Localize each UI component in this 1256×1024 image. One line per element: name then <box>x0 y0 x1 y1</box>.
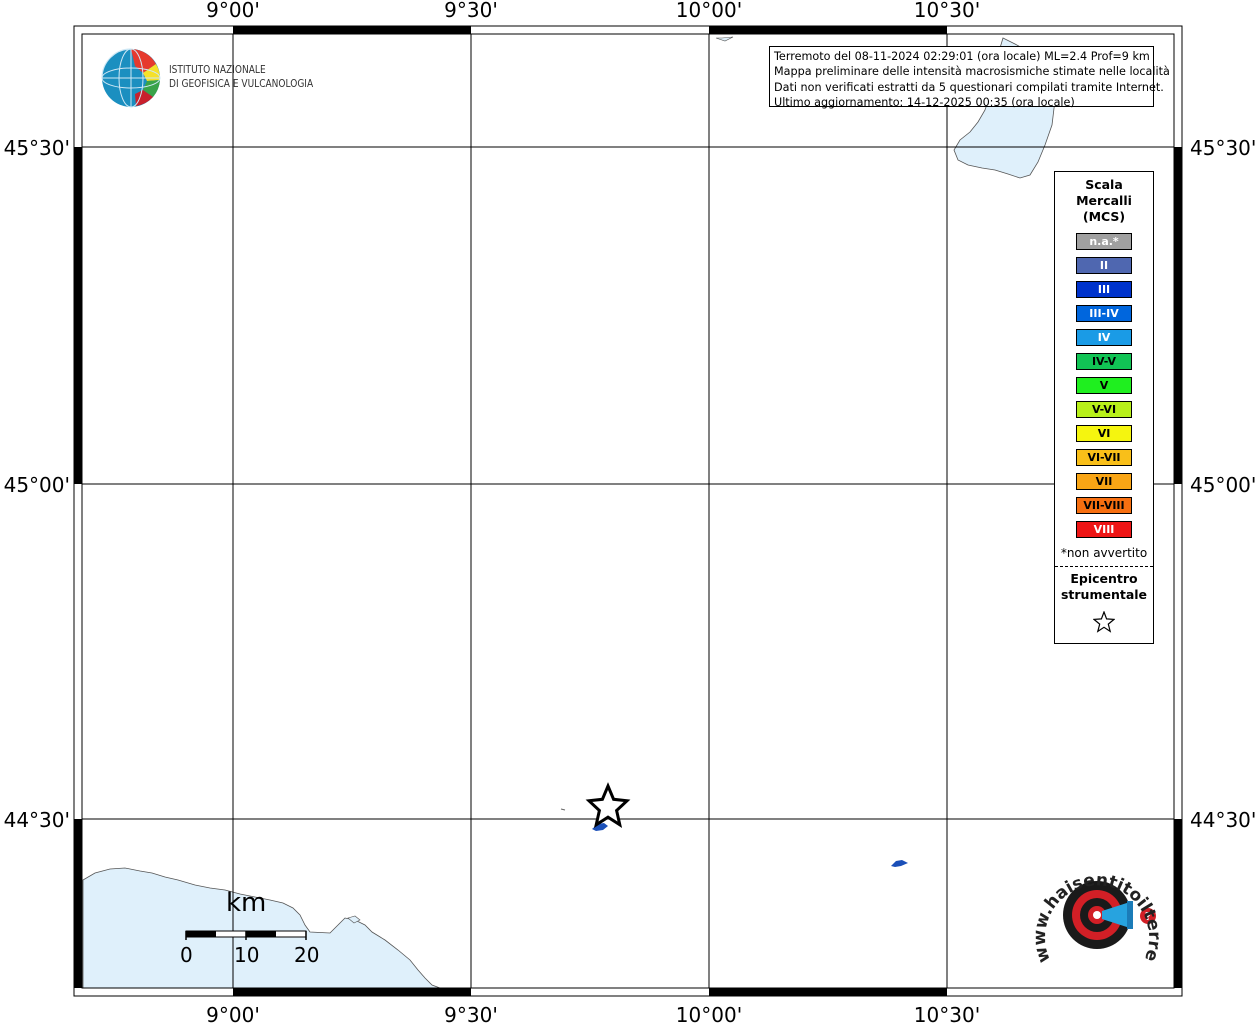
legend-epicenter-line: Epicentro <box>1070 571 1138 586</box>
legend-separator <box>1055 566 1153 567</box>
legend-item-swatch: V <box>1076 377 1132 394</box>
legend-epicenter-line: strumentale <box>1060 587 1148 602</box>
lat-label-right: 45°30' <box>1190 136 1256 160</box>
ingv-logo-text: ISTITUTO NAZIONALE DI GEOFISICA E VULCAN… <box>169 63 313 91</box>
globe-icon <box>101 48 161 108</box>
lon-label-bottom: 10°00' <box>676 1003 742 1024</box>
info-line: Ultimo aggiornamento: 14-12-2025 00:35 (… <box>774 96 1075 110</box>
ingv-line2: DI GEOFISICA E VULCANOLOGIA <box>169 77 314 90</box>
lon-label-bottom: 9°30' <box>444 1003 498 1024</box>
legend-item-swatch: VI-VII <box>1076 449 1132 466</box>
scale-bar-title: km <box>226 888 267 918</box>
lon-label-top: 10°30' <box>914 0 980 22</box>
latitude-labels-left: 45°30' 45°00' 44°30' <box>4 136 70 832</box>
lon-label-top: 10°00' <box>676 0 742 22</box>
legend-item-swatch: II <box>1076 257 1132 274</box>
lat-label-right: 45°00' <box>1190 473 1256 497</box>
legend-item-swatch: VII-VIII <box>1076 497 1132 514</box>
scale-bar-label: 0 <box>180 943 193 967</box>
legend-title-line: (MCS) <box>1082 209 1126 224</box>
legend-note: *non avvertito <box>1060 546 1148 560</box>
legend-star-icon <box>1055 610 1153 637</box>
felt-report-marker <box>891 860 908 867</box>
legend-title-line: Scala <box>1085 177 1123 192</box>
lat-label-left: 45°30' <box>4 136 70 160</box>
legend-item-swatch: IV-V <box>1076 353 1132 370</box>
legend-item-swatch: VII <box>1076 473 1132 490</box>
legend-item-swatch: VIII <box>1076 521 1132 538</box>
lat-label-left: 44°30' <box>4 808 70 832</box>
legend-item-swatch: VI <box>1076 425 1132 442</box>
felt-report-marker <box>560 808 566 811</box>
lon-label-bottom: 9°00' <box>206 1003 260 1024</box>
legend-epicenter-label: Epicentro strumentale <box>1055 571 1153 603</box>
latitude-labels-right: 45°30' 45°00' 44°30' <box>1190 136 1256 832</box>
legend-title-line: Mercalli <box>1076 193 1132 208</box>
sea-areas <box>82 36 1056 989</box>
longitude-labels-bottom: 9°00' 9°30' 10°00' 10°30' <box>206 1003 980 1024</box>
scale-bar-label: 10 <box>234 943 260 967</box>
intensity-legend: Scala Mercalli (MCS) n.a.* II III III-IV IV I… <box>1054 171 1154 644</box>
graticule <box>82 34 1174 988</box>
legend-item-swatch: III <box>1076 281 1132 298</box>
scale-bar-label: 20 <box>294 943 320 967</box>
islet-2 <box>715 36 734 42</box>
lat-label-left: 45°00' <box>4 473 70 497</box>
lon-label-bottom: 10°30' <box>914 1003 980 1024</box>
ingv-line1: ISTITUTO NAZIONALE <box>169 63 266 76</box>
lat-label-right: 44°30' <box>1190 808 1256 832</box>
lon-label-top: 9°30' <box>444 0 498 22</box>
ligurian-sea <box>82 867 441 989</box>
legend-items: n.a.* II III III-IV IV IV-V V V-VI VI VI-VII VII VI… <box>1055 233 1153 538</box>
legend-item-swatch: V-VI <box>1076 401 1132 418</box>
legend-item-swatch: n.a.* <box>1076 233 1132 250</box>
legend-item-swatch: IV <box>1076 329 1132 346</box>
earthquake-info-box: Terremoto del 08-11-2024 02:29:01 (ora l… <box>769 46 1170 110</box>
info-line: Mappa preliminare delle intensità macros… <box>774 65 1170 79</box>
longitude-labels-top: 9°00' 9°30' 10°00' 10°30' <box>206 0 980 22</box>
info-line: Dati non verificati estratti da 5 questi… <box>774 80 1164 94</box>
legend-title: Scala Mercalli (MCS) <box>1055 177 1153 225</box>
info-line: Terremoto del 08-11-2024 02:29:01 (ora l… <box>774 50 1150 63</box>
legend-item-swatch: III-IV <box>1076 305 1132 322</box>
lon-label-top: 9°00' <box>206 0 260 22</box>
